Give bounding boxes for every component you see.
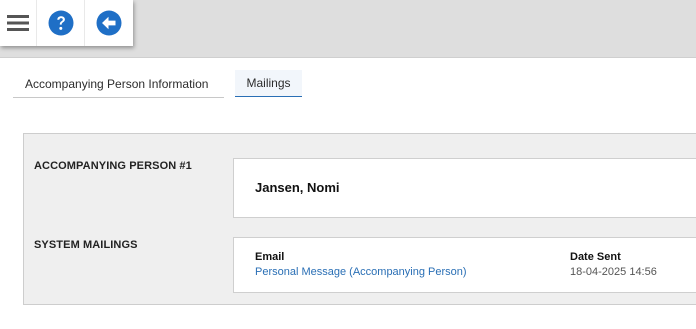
toolbar bbox=[0, 0, 133, 46]
date-sent-column-header: Date Sent bbox=[570, 251, 621, 263]
tab-accompanying-person-information[interactable]: Accompanying Person Information bbox=[13, 70, 224, 98]
person-name-box: Jansen, Nomi bbox=[233, 158, 696, 218]
email-column-header: Email bbox=[255, 251, 285, 263]
details-panel: ACCOMPANYING PERSON #1 Jansen, Nomi SYST… bbox=[23, 133, 696, 305]
menu-button[interactable] bbox=[0, 0, 36, 46]
system-mailings-section-label: SYSTEM MAILINGS bbox=[34, 239, 138, 251]
arrow-left-circle-icon bbox=[96, 10, 121, 36]
top-bar bbox=[0, 0, 696, 58]
tab-mailings[interactable]: Mailings bbox=[235, 70, 302, 97]
help-button[interactable] bbox=[36, 0, 84, 46]
person-name: Jansen, Nomi bbox=[255, 180, 340, 195]
mailings-table: Email Date Sent Personal Message (Accomp… bbox=[233, 237, 696, 293]
back-button[interactable] bbox=[84, 0, 132, 46]
question-circle-icon bbox=[48, 10, 73, 36]
mailing-email-link[interactable]: Personal Message (Accompanying Person) bbox=[255, 266, 467, 278]
hamburger-menu-icon bbox=[7, 15, 29, 31]
accompanying-person-section-label: ACCOMPANYING PERSON #1 bbox=[34, 160, 192, 172]
mailing-date-sent: 18-04-2025 14:56 bbox=[570, 266, 657, 278]
